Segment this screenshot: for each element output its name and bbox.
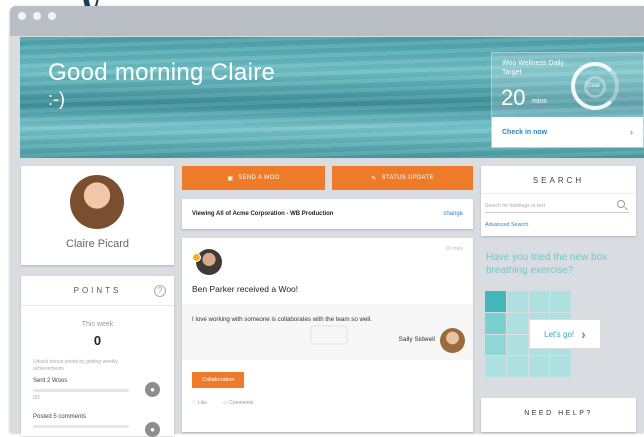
advanced-search-link[interactable]: Advanced Search: [485, 222, 528, 228]
send-woo-button[interactable]: ▣ SEND A WOO: [182, 166, 325, 190]
window-titlebar: [10, 6, 644, 36]
quote-author: Sally Sidwell: [398, 336, 436, 343]
daily-target-unit: mins: [532, 98, 547, 105]
points-title: POINTS: [73, 286, 122, 295]
post-timestamp: 10 mins: [445, 246, 463, 252]
daily-target-widget: Woo Wellness Daily Target 20 mins Goal C…: [491, 52, 644, 148]
search-card: SEARCH Search for hashtags or text Advan…: [481, 166, 636, 236]
week-label: This week: [81, 321, 114, 328]
window-dot-close[interactable]: [18, 12, 26, 20]
profile-name: Claire Picard: [66, 238, 129, 250]
status-update-button[interactable]: ✎ STATUS UPDATE: [332, 166, 473, 190]
value-tag[interactable]: Collaboration: [192, 372, 245, 388]
lock-icon: ●: [145, 422, 160, 437]
greeting-smiley: :-): [48, 89, 65, 109]
hero-banner: Good morning Claire :-) Woo Wellness Dai…: [20, 37, 644, 158]
search-title: SEARCH: [481, 166, 636, 194]
comments-button[interactable]: ▭ Comments: [223, 400, 253, 406]
profile-card[interactable]: Claire Picard: [21, 166, 174, 265]
task-label: Sent 2 Woos: [33, 378, 68, 384]
like-button[interactable]: ♡ Like: [192, 400, 207, 406]
status-update-label: STATUS UPDATE: [381, 175, 434, 181]
need-help-card[interactable]: NEED HELP?: [481, 398, 636, 432]
woo-icon: ▣: [227, 175, 234, 182]
woo-watermark-icon: [310, 325, 348, 345]
send-woo-label: SEND A WOO: [238, 175, 280, 181]
points-card: POINTS ? This week 0 Unlock bonus points…: [21, 276, 174, 437]
daily-target-value: 20: [501, 85, 526, 110]
avatar[interactable]: [196, 249, 222, 275]
search-input[interactable]: Search for hashtags or text: [485, 200, 629, 213]
check-in-button[interactable]: Check in now ›: [492, 117, 643, 147]
avatar[interactable]: [70, 175, 124, 229]
search-placeholder: Search for hashtags or text: [485, 203, 546, 209]
daily-target-label: Woo Wellness Daily Target: [502, 60, 564, 76]
feed-post: 10 mins Ben Parker received a Woo! I lov…: [182, 238, 473, 432]
viewing-filter: Viewing All of Acme Corporation - WB Pro…: [182, 199, 473, 229]
like-label: Like: [197, 400, 208, 406]
avatar[interactable]: [440, 328, 465, 353]
need-help-title: NEED HELP?: [524, 410, 593, 417]
comments-label: Comments: [229, 400, 254, 406]
post-quote: I love working with someone is collabora…: [182, 304, 473, 360]
task-progress-bar: [33, 389, 129, 392]
quote-text: I love working with someone is collabora…: [192, 316, 372, 323]
task-progress-text: 0/2: [33, 395, 40, 401]
post-title: Ben Parker received a Woo!: [192, 284, 299, 294]
window-dot-maximize[interactable]: [48, 12, 56, 20]
points-header: POINTS ?: [21, 276, 174, 306]
change-link[interactable]: change: [443, 211, 463, 217]
greeting-title: Good morning Claire: [48, 59, 276, 86]
window-dot-minimize[interactable]: [33, 12, 41, 20]
help-icon[interactable]: ?: [154, 285, 166, 297]
post-actions: ♡ Like ▭ Comments: [192, 400, 253, 406]
week-points-value: 0: [93, 333, 102, 348]
task-progress-bar: [33, 425, 129, 428]
progress-ring-label: Goal: [587, 83, 600, 89]
lock-icon: ●: [145, 382, 160, 397]
task-label: Posted 5 comments: [33, 414, 87, 420]
chevron-right-icon: ›: [581, 326, 586, 342]
pencil-icon: ✎: [371, 175, 377, 182]
woo-badge-icon: [192, 253, 201, 262]
check-in-label: Check in now: [502, 128, 548, 136]
chevron-right-icon: ›: [630, 127, 633, 137]
window-controls: [18, 12, 56, 20]
promo-text: Have you tried the new box breathing exe…: [486, 252, 608, 276]
lets-go-button[interactable]: Let's go! ›: [529, 319, 601, 349]
points-hint: Unlock bonus points by getting weekly ac…: [33, 359, 118, 372]
viewing-text: Viewing All of Acme Corporation - WB Pro…: [192, 211, 334, 217]
search-icon[interactable]: [617, 200, 625, 208]
lets-go-label: Let's go!: [544, 329, 575, 339]
